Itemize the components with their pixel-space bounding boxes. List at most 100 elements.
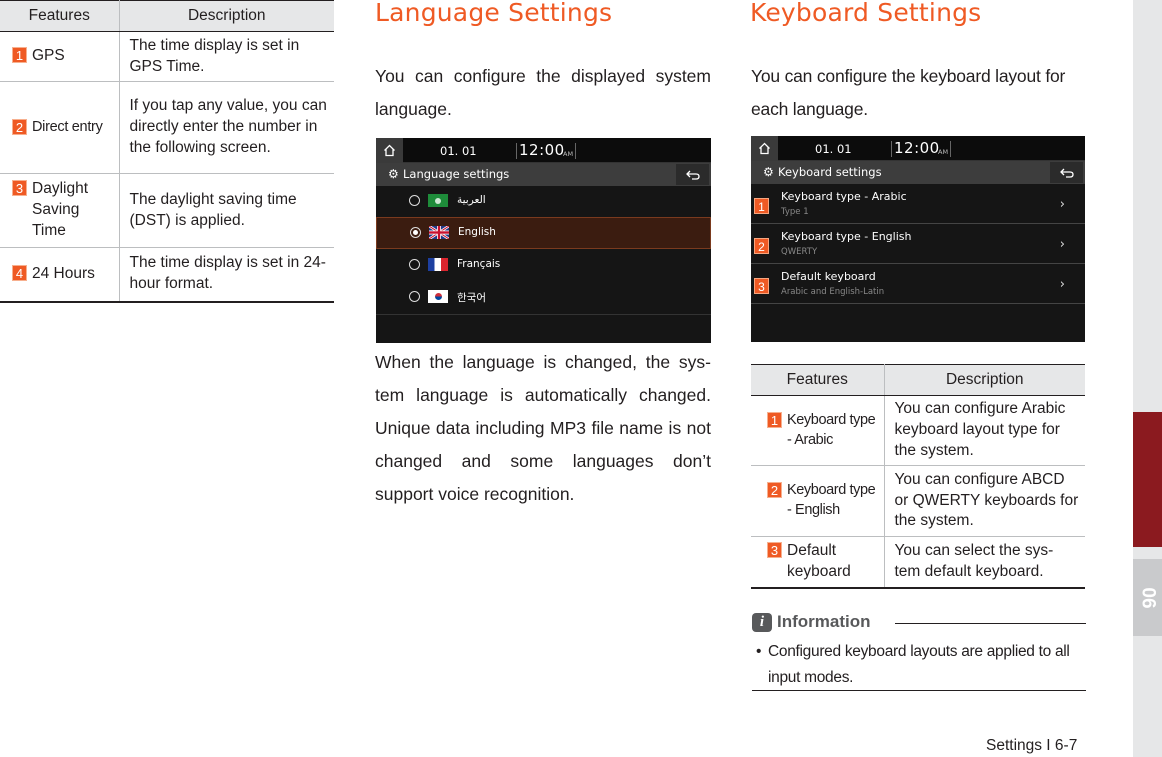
table-row: 2 Keyboard type - English You can configu… bbox=[751, 465, 1085, 537]
status-bar: 01. 01 12:00 AM bbox=[751, 136, 1085, 161]
table-row: 4 24 Hours The time display is set in 24-… bbox=[0, 247, 334, 303]
item-subtitle: Arabic and English-Latin bbox=[781, 287, 885, 297]
language-option-french[interactable]: Français bbox=[376, 249, 711, 281]
number-badge: 1 bbox=[12, 47, 27, 64]
korea-flag-icon bbox=[428, 290, 448, 303]
language-settings-screen: 01. 01 12:00 AM ⚙ Language settings العر… bbox=[376, 138, 711, 343]
chapter-number: 06 bbox=[1137, 586, 1159, 609]
time-display: 12:00 bbox=[519, 141, 565, 159]
table-row: 2 Direct entry If you tap any value, you … bbox=[0, 81, 334, 174]
table-row: 3 Default keyboard You can select the sys… bbox=[751, 536, 1085, 589]
back-button[interactable] bbox=[1050, 162, 1083, 183]
table-row: 1 Keyboard type - Arabic You can configur… bbox=[751, 395, 1085, 466]
table-header-row: Features Description bbox=[751, 364, 1085, 396]
feature-cell: 1 Keyboard type - Arabic bbox=[751, 395, 885, 466]
keyboard-settings-heading: Keyboard Settings bbox=[750, 0, 982, 27]
chevron-right-icon: › bbox=[1059, 197, 1065, 212]
radio-button[interactable] bbox=[409, 291, 420, 302]
item-title: Keyboard type - English bbox=[781, 230, 912, 243]
table-header-row: Features Description bbox=[0, 0, 334, 32]
radio-button-selected[interactable] bbox=[410, 227, 421, 238]
number-badge: 3 bbox=[767, 541, 782, 558]
screen-title-bar: ⚙ Language settings bbox=[376, 163, 711, 186]
information-bullet: • Configured keyboard layouts are applie… bbox=[756, 639, 1088, 691]
screen-title: Keyboard settings bbox=[778, 165, 882, 179]
ampm-indicator: AM bbox=[938, 148, 949, 156]
time-display: 12:00 bbox=[894, 139, 940, 157]
feature-label: Daylight Saving Time bbox=[32, 180, 88, 239]
feature-cell: 3 Default keyboard bbox=[751, 536, 885, 589]
item-title: Keyboard type - Arabic bbox=[781, 190, 907, 203]
number-badge: 2 bbox=[12, 118, 27, 135]
time-settings-table: Features Description 1 GPS The time displ… bbox=[0, 0, 334, 303]
feature-label: GPS bbox=[32, 47, 65, 65]
chapter-tab: 06 bbox=[1133, 559, 1162, 636]
item-subtitle: Type 1 bbox=[781, 207, 809, 217]
feature-cell: 2 Keyboard type - English bbox=[751, 465, 885, 537]
feature-cell: 4 24 Hours bbox=[0, 247, 120, 303]
number-badge: 1 bbox=[767, 411, 782, 428]
language-option-arabic[interactable]: العربية bbox=[376, 185, 711, 217]
number-badge: 3 bbox=[754, 278, 769, 294]
table-row: 3 Daylight Saving Time The daylight savin… bbox=[0, 173, 334, 248]
description-cell: The time display is set in 24-hour forma… bbox=[119, 247, 334, 303]
description-cell: You can select the sys- tem default keyb… bbox=[884, 536, 1085, 589]
language-intro-text: You can configure the displayed system l… bbox=[375, 66, 711, 119]
date-display: 01. 01 bbox=[440, 144, 477, 158]
language-label: 한국어 bbox=[457, 292, 486, 304]
info-icon: i bbox=[752, 613, 772, 632]
radio-button[interactable] bbox=[409, 259, 420, 270]
page-footer: Settings I 6-7 bbox=[986, 737, 1078, 754]
feature-cell: 2 Direct entry bbox=[0, 81, 120, 174]
language-option-korean[interactable]: 한국어 bbox=[376, 281, 711, 313]
uk-flag-icon bbox=[428, 224, 450, 241]
back-button[interactable] bbox=[676, 164, 709, 185]
chapter-tab-marker bbox=[1133, 412, 1162, 547]
features-header: Features bbox=[751, 364, 885, 396]
information-title: Information bbox=[777, 612, 871, 631]
description-header: Description bbox=[119, 0, 334, 32]
keyboard-settings-screen: 01. 01 12:00 AM ⚙ Keyboard settings 1 Ke… bbox=[751, 136, 1085, 342]
language-label: English bbox=[458, 226, 496, 238]
feature-cell: 3 Daylight Saving Time bbox=[0, 173, 120, 248]
feature-label: Default keyboard bbox=[787, 541, 851, 580]
number-badge: 2 bbox=[754, 238, 769, 254]
bullet-dot: • bbox=[756, 643, 762, 660]
keyboard-settings-table: Features Description 1 Keyboard type - Ar… bbox=[751, 364, 1085, 589]
status-bar: 01. 01 12:00 AM bbox=[376, 138, 711, 163]
default-keyboard-item[interactable]: 3 Default keyboard Arabic and English-La… bbox=[751, 264, 1085, 304]
bullet-text: Configured keyboard layouts are applied … bbox=[768, 643, 1070, 686]
side-margin bbox=[1133, 0, 1162, 757]
keyboard-type-english-item[interactable]: 2 Keyboard type - English QWERTY › bbox=[751, 224, 1085, 264]
language-body-text: When the language is changed, the sys- t… bbox=[375, 352, 711, 504]
ampm-indicator: AM bbox=[563, 150, 574, 158]
description-header: Description bbox=[884, 364, 1085, 396]
item-title: Default keyboard bbox=[781, 270, 876, 283]
description-cell: If you tap any value, you can directly e… bbox=[119, 81, 334, 174]
features-header: Features bbox=[0, 0, 120, 32]
feature-label: Keyboard type - Arabic bbox=[787, 411, 876, 448]
keyboard-type-arabic-item[interactable]: 1 Keyboard type - Arabic Type 1 › bbox=[751, 184, 1085, 224]
chevron-right-icon: › bbox=[1059, 237, 1065, 252]
feature-label: 24 Hours bbox=[32, 264, 95, 282]
keyboard-intro-text: You can configure the keyboard layout fo… bbox=[751, 66, 1066, 119]
description-cell: You can configure ABCD or QWERTY keyboar… bbox=[884, 465, 1085, 537]
table-row: 1 GPS The time display is set in GPS Time… bbox=[0, 31, 334, 82]
radio-button[interactable] bbox=[409, 195, 420, 206]
feature-label: Keyboard type - English bbox=[787, 482, 876, 518]
home-icon[interactable] bbox=[376, 138, 403, 163]
language-option-english[interactable]: English bbox=[376, 217, 711, 249]
number-badge: 1 bbox=[754, 198, 769, 214]
language-label: Français bbox=[457, 258, 501, 270]
france-flag-icon bbox=[428, 258, 448, 271]
description-cell: The daylight saving time (DST) is applie… bbox=[119, 173, 334, 248]
language-label: العربية bbox=[457, 194, 486, 206]
information-header: i Information bbox=[752, 611, 1086, 633]
gear-icon: ⚙ bbox=[388, 167, 399, 181]
description-cell: The time display is set in GPS Time. bbox=[119, 31, 334, 82]
gear-icon: ⚙ bbox=[763, 165, 774, 179]
home-icon[interactable] bbox=[751, 136, 778, 161]
number-badge: 4 bbox=[12, 265, 27, 282]
chevron-right-icon: › bbox=[1059, 277, 1065, 292]
item-subtitle: QWERTY bbox=[781, 247, 818, 257]
